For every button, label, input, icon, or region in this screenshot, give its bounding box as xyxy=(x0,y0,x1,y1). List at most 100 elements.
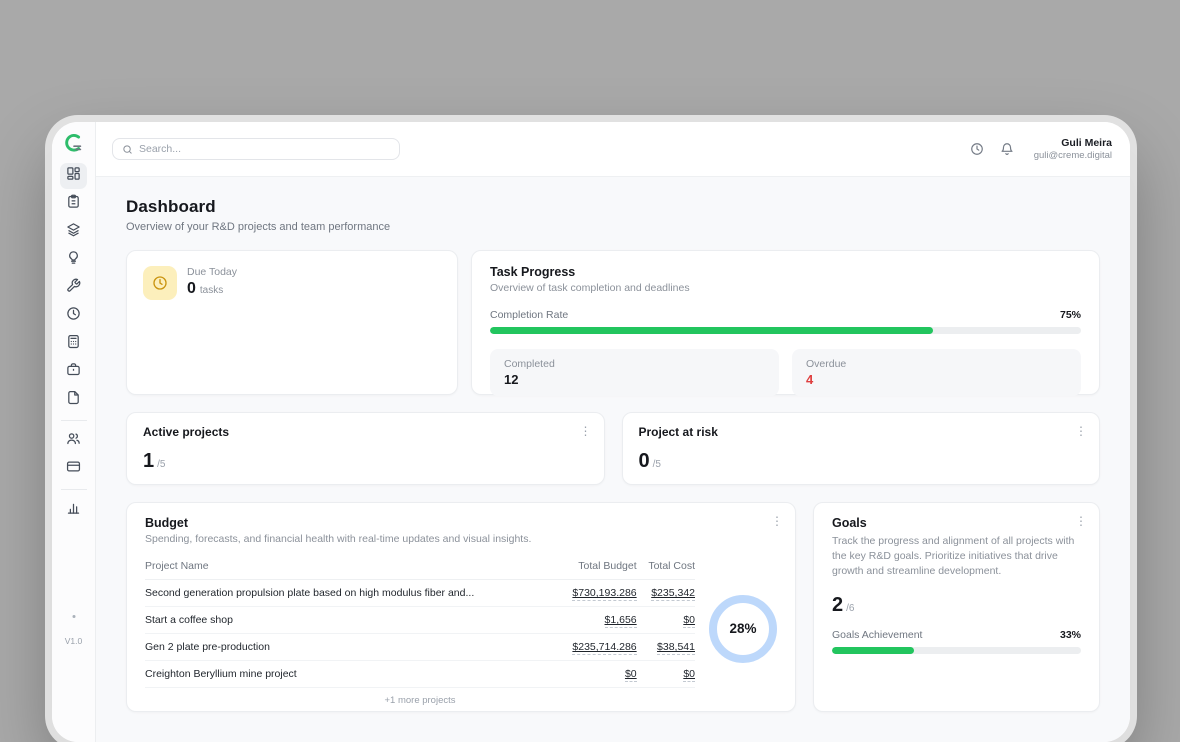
row-budget-goals: Budget ⋮ Spending, forecasts, and financ… xyxy=(126,502,1100,712)
due-today-card: Due Today 0 tasks xyxy=(126,250,458,395)
layers-icon xyxy=(66,222,81,242)
task-progress-subtitle: Overview of task completion and deadline… xyxy=(490,282,1081,294)
overdue-stat-tile: Overdue 4 xyxy=(792,349,1081,396)
completed-label: Completed xyxy=(504,358,765,370)
sidebar-item-team[interactable] xyxy=(60,428,87,454)
sidebar: V1.0 xyxy=(52,122,96,742)
sidebar-item-projects[interactable] xyxy=(60,219,87,245)
total-cost-value[interactable]: $0 xyxy=(683,614,695,628)
sidebar-divider xyxy=(61,420,87,421)
sidebar-item-billing[interactable] xyxy=(60,456,87,482)
total-budget-value[interactable]: $730,193.286 xyxy=(572,587,636,601)
total-budget-value[interactable]: $1,656 xyxy=(605,614,637,628)
project-name: Start a coffee shop xyxy=(145,607,556,634)
project-at-risk-card: Project at risk ⋮ 0 /5 xyxy=(622,412,1101,485)
sidebar-item-dashboard[interactable] xyxy=(60,163,87,189)
task-progress-card: Task Progress Overview of task completio… xyxy=(471,250,1100,395)
history-clock-icon[interactable] xyxy=(970,142,984,156)
dashboard-grid-icon xyxy=(66,166,81,186)
budget-title: Budget xyxy=(145,516,777,530)
page-subtitle: Overview of your R&D projects and team p… xyxy=(126,221,1100,233)
user-email: guli@creme.digital xyxy=(1034,150,1112,162)
lightbulb-icon xyxy=(66,250,81,270)
project-at-risk-total: /5 xyxy=(653,459,661,470)
row-project-stats: Active projects ⋮ 1 /5 Project at risk ⋮… xyxy=(126,412,1100,485)
sidebar-item-calculator[interactable] xyxy=(60,331,87,357)
active-projects-value: 1 xyxy=(143,450,154,473)
page-title: Dashboard xyxy=(126,197,1100,217)
project-name: Creighton Beryllium mine project xyxy=(145,661,556,688)
active-projects-title: Active projects xyxy=(143,425,588,439)
sidebar-item-tasks[interactable] xyxy=(60,191,87,217)
sidebar-item-time[interactable] xyxy=(60,303,87,329)
budget-card: Budget ⋮ Spending, forecasts, and financ… xyxy=(126,502,796,712)
kebab-menu-icon[interactable]: ⋮ xyxy=(1075,425,1087,437)
completed-value: 12 xyxy=(504,372,765,387)
document-icon xyxy=(66,390,81,410)
completion-rate-label: Completion Rate xyxy=(490,309,568,321)
due-today-value: 0 xyxy=(187,280,196,298)
user-name: Guli Meira xyxy=(1034,137,1112,150)
goals-subtitle: Track the progress and alignment of all … xyxy=(832,534,1081,580)
completion-progress-fill xyxy=(490,327,933,334)
goals-title: Goals xyxy=(832,516,1081,530)
user-menu[interactable]: Guli Meira guli@creme.digital xyxy=(1034,137,1112,162)
app-window: V1.0 Guli Meira guli@creme.digital xyxy=(52,122,1130,742)
table-row[interactable]: Gen 2 plate pre-production $235,714.286 … xyxy=(145,634,695,661)
credit-card-icon xyxy=(66,459,81,479)
due-today-info: Due Today 0 tasks xyxy=(187,266,237,298)
more-projects-link[interactable]: +1 more projects xyxy=(145,688,695,706)
table-row[interactable]: Start a coffee shop $1,656 $0 xyxy=(145,607,695,634)
budget-usage-value: 28% xyxy=(729,621,756,636)
col-total-cost: Total Cost xyxy=(637,551,695,580)
main-area: Guli Meira guli@creme.digital Dashboard … xyxy=(96,122,1130,742)
active-projects-total: /5 xyxy=(157,459,165,470)
completion-rate-value: 75% xyxy=(1060,309,1081,321)
sidebar-item-ideas[interactable] xyxy=(60,247,87,273)
overdue-value: 4 xyxy=(806,372,1067,387)
goals-achievement-label: Goals Achievement xyxy=(832,629,922,641)
total-budget-value[interactable]: $0 xyxy=(625,668,637,682)
total-cost-value[interactable]: $235,342 xyxy=(651,587,695,601)
due-clock-icon xyxy=(143,266,177,300)
clipboard-icon xyxy=(66,194,81,214)
briefcase-icon xyxy=(66,362,81,382)
creme-logo-icon xyxy=(63,132,85,154)
bar-chart-icon xyxy=(66,500,81,520)
goals-progress-track xyxy=(832,647,1081,654)
bell-icon[interactable] xyxy=(1000,142,1014,156)
row-overview: Due Today 0 tasks Task Progress Overview… xyxy=(126,250,1100,395)
kebab-menu-icon[interactable]: ⋮ xyxy=(1075,515,1087,527)
kebab-menu-icon[interactable]: ⋮ xyxy=(771,515,783,527)
goals-total: /6 xyxy=(846,603,854,614)
search-box[interactable] xyxy=(112,138,400,160)
budget-usage-ring: 28% xyxy=(709,595,777,663)
dashboard-content: Dashboard Overview of your R&D projects … xyxy=(96,177,1130,742)
search-input[interactable] xyxy=(139,143,390,155)
app-version: V1.0 xyxy=(52,636,95,646)
topbar-right: Guli Meira guli@creme.digital xyxy=(970,137,1112,162)
sidebar-item-documents[interactable] xyxy=(60,387,87,413)
project-at-risk-value: 0 xyxy=(639,450,650,473)
col-project-name: Project Name xyxy=(145,551,556,580)
sidebar-status-dot xyxy=(72,615,75,618)
clock-icon xyxy=(66,306,81,326)
table-row[interactable]: Creighton Beryllium mine project $0 $0 xyxy=(145,661,695,688)
total-cost-value[interactable]: $38,541 xyxy=(657,641,695,655)
budget-subtitle: Spending, forecasts, and financial healt… xyxy=(145,533,777,545)
due-today-label: Due Today xyxy=(187,266,237,278)
total-cost-value[interactable]: $0 xyxy=(683,668,695,682)
task-progress-title: Task Progress xyxy=(490,265,1081,279)
sidebar-item-tools[interactable] xyxy=(60,275,87,301)
completion-progress-track xyxy=(490,327,1081,334)
overdue-label: Overdue xyxy=(806,358,1067,370)
sidebar-item-analytics[interactable] xyxy=(60,497,87,523)
completed-stat-tile: Completed 12 xyxy=(490,349,779,396)
kebab-menu-icon[interactable]: ⋮ xyxy=(580,425,592,437)
total-budget-value[interactable]: $235,714.286 xyxy=(572,641,636,655)
table-row[interactable]: Second generation propulsion plate based… xyxy=(145,580,695,607)
project-name: Second generation propulsion plate based… xyxy=(145,580,556,607)
col-total-budget: Total Budget xyxy=(556,551,636,580)
project-name: Gen 2 plate pre-production xyxy=(145,634,556,661)
sidebar-item-portfolio[interactable] xyxy=(60,359,87,385)
